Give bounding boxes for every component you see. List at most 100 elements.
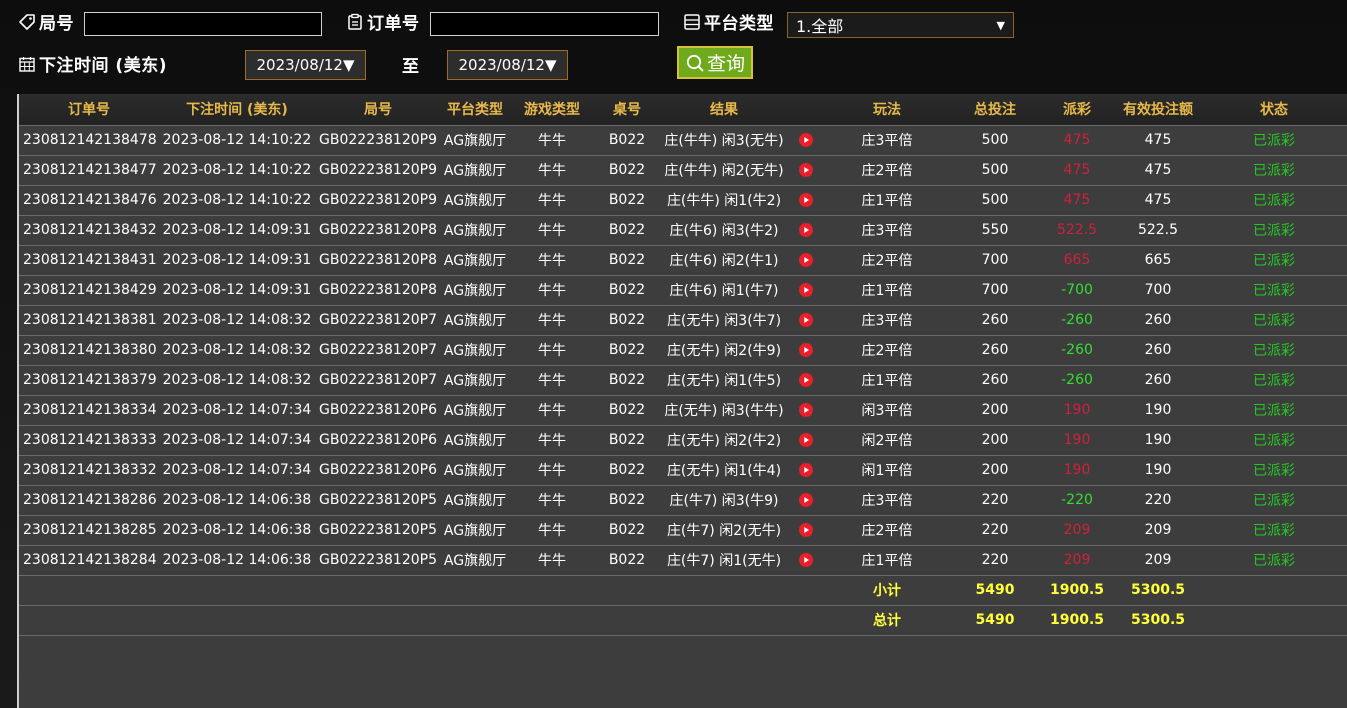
cell-replay[interactable] [789, 215, 823, 245]
play-circle-icon[interactable] [799, 523, 813, 537]
cell-result: 庄(牛6) 闲1(牛7) [669, 283, 779, 299]
query-button[interactable]: 查询 [677, 46, 753, 79]
play-circle-icon[interactable] [799, 433, 813, 447]
cell-valid-bet: 190 [1144, 432, 1172, 448]
search-icon [686, 54, 704, 71]
cell-status: 已派彩 [1253, 313, 1295, 329]
cell-replay[interactable] [789, 485, 823, 515]
cell-bet: 500 [981, 192, 1009, 208]
cell-payout: 665 [1063, 252, 1091, 268]
cell-round: GB022238120P5 [319, 492, 437, 508]
play-circle-icon[interactable] [799, 403, 813, 417]
cell-replay[interactable] [789, 275, 823, 305]
cell-result: 庄(牛7) 闲2(无牛) [666, 523, 782, 539]
play-circle-icon[interactable] [799, 283, 813, 297]
cell-order: 230812142138476 [23, 192, 157, 208]
cell-time: 2023-08-12 14:09:31 [162, 222, 312, 238]
cell-time: 2023-08-12 14:07:34 [162, 402, 312, 418]
play-circle-icon[interactable] [799, 163, 813, 177]
cell-replay[interactable] [789, 125, 823, 155]
cell-game: 牛牛 [538, 343, 566, 359]
play-circle-icon[interactable] [799, 493, 813, 507]
subtotal-label: 小计 [873, 583, 901, 599]
play-circle-icon[interactable] [799, 133, 813, 147]
cell-time: 2023-08-12 14:07:34 [162, 462, 312, 478]
play-circle-icon[interactable] [799, 313, 813, 327]
col-header-status: 状态 [1260, 102, 1288, 119]
play-circle-icon[interactable] [799, 553, 813, 567]
platform-select[interactable]: 1.全部 ▼ [787, 12, 1014, 38]
cell-platform: AG旗舰厅 [443, 133, 507, 149]
cell-bet: 200 [981, 462, 1009, 478]
cell-round: GB022238120P8 [319, 282, 437, 298]
play-circle-icon[interactable] [799, 463, 813, 477]
bet-records-table: 订单号 下注时间 (美东) 局号 平台类型 游戏类型 桌号 结果 玩法 总投注 … [17, 94, 1347, 708]
cell-replay[interactable] [789, 335, 823, 365]
cell-result: 庄(牛7) 闲3(牛9) [669, 493, 779, 509]
play-circle-icon[interactable] [799, 193, 813, 207]
cell-result: 庄(无牛) 闲1(牛5) [666, 373, 782, 389]
cell-valid-bet: 475 [1144, 132, 1172, 148]
cell-order: 230812142138285 [23, 522, 157, 538]
date-to-picker[interactable]: 2023/08/12▼ [447, 50, 568, 80]
cell-table: B022 [608, 402, 646, 418]
cell-payout: -260 [1061, 312, 1093, 328]
cell-status: 已派彩 [1253, 223, 1295, 239]
cell-replay[interactable] [789, 185, 823, 215]
cell-replay[interactable] [789, 305, 823, 335]
date-from-picker[interactable]: 2023/08/12▼ [245, 50, 366, 80]
cell-result: 庄(牛7) 闲1(无牛) [666, 553, 782, 569]
table-row: 230812142138286 2023-08-12 14:06:38 GB0222… [19, 485, 1347, 515]
cell-valid-bet: 209 [1144, 522, 1172, 538]
cell-replay[interactable] [789, 365, 823, 395]
cell-replay[interactable] [789, 515, 823, 545]
cell-replay[interactable] [789, 545, 823, 575]
cell-play: 庄3平倍 [861, 313, 913, 329]
cell-table: B022 [608, 312, 646, 328]
cell-status: 已派彩 [1253, 193, 1295, 209]
cell-table: B022 [608, 132, 646, 148]
cell-replay[interactable] [789, 155, 823, 185]
col-header-platform: 平台类型 [447, 102, 503, 119]
order-input[interactable] [430, 12, 659, 36]
play-circle-icon[interactable] [799, 223, 813, 237]
table-row: 230812142138476 2023-08-12 14:10:22 GB0222… [19, 185, 1347, 215]
cell-platform: AG旗舰厅 [443, 493, 507, 509]
cell-round: GB022238120P6 [319, 432, 437, 448]
cell-status: 已派彩 [1253, 343, 1295, 359]
table-row: 230812142138432 2023-08-12 14:09:31 GB0222… [19, 215, 1347, 245]
table-row: 230812142138333 2023-08-12 14:07:34 GB0222… [19, 425, 1347, 455]
cell-replay[interactable] [789, 425, 823, 455]
cell-time: 2023-08-12 14:10:22 [162, 192, 312, 208]
cell-round: GB022238120P9 [319, 192, 437, 208]
round-input[interactable] [84, 12, 322, 36]
cell-order: 230812142138333 [23, 432, 157, 448]
cell-round: GB022238120P7 [319, 312, 437, 328]
play-circle-icon[interactable] [799, 373, 813, 387]
chevron-down-icon: ▼ [996, 18, 1005, 32]
platform-label: 平台类型 [704, 14, 774, 34]
cell-game: 牛牛 [538, 403, 566, 419]
cell-status: 已派彩 [1253, 163, 1295, 179]
cell-bet: 200 [981, 402, 1009, 418]
cell-order: 230812142138429 [23, 282, 157, 298]
cell-game: 牛牛 [538, 313, 566, 329]
cell-payout: 522.5 [1056, 222, 1098, 238]
cell-replay[interactable] [789, 455, 823, 485]
cell-round: GB022238120P6 [319, 402, 437, 418]
order-label: 订单号 [367, 14, 420, 34]
cell-result: 庄(无牛) 闲2(牛2) [666, 433, 782, 449]
cell-payout: 190 [1063, 432, 1091, 448]
col-header-valid-bet: 有效投注额 [1123, 102, 1193, 119]
cell-time: 2023-08-12 14:06:38 [162, 522, 312, 538]
cell-replay[interactable] [789, 395, 823, 425]
cell-round: GB022238120P7 [319, 372, 437, 388]
play-circle-icon[interactable] [799, 343, 813, 357]
clipboard-icon [346, 13, 364, 31]
play-circle-icon[interactable] [799, 253, 813, 267]
cell-status: 已派彩 [1253, 433, 1295, 449]
cell-payout: 190 [1063, 402, 1091, 418]
subtotal-bet: 5490 [975, 582, 1015, 598]
cell-replay[interactable] [789, 245, 823, 275]
tag-icon [18, 13, 36, 31]
